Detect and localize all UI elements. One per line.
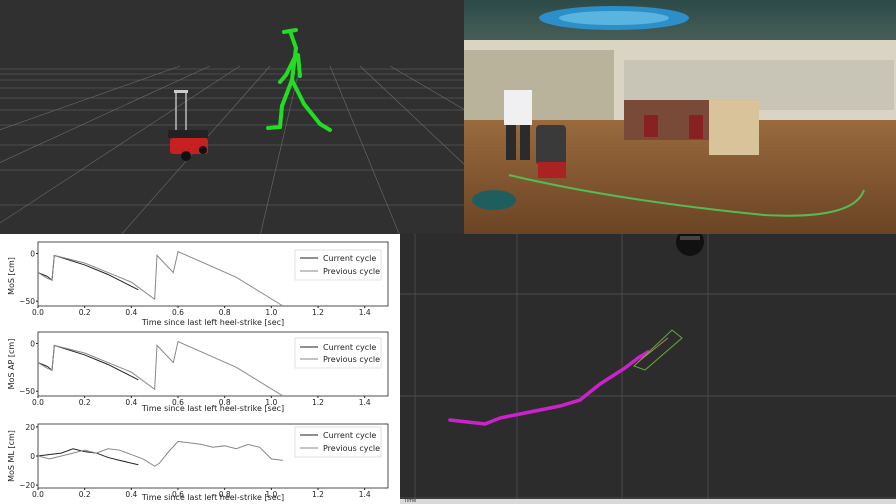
subplot-mos-ml-legend: Current cycle Previous cycle: [294, 426, 382, 458]
camera-feed-panel: [464, 0, 896, 234]
robot-model: [168, 90, 208, 161]
subplot-mos-ml: MoS ML [cm] 0.0 0.2 0.4 0.6 0.8 1.0 1.2 1.4200−…: [7, 423, 389, 502]
y-tick-label: −50: [19, 297, 35, 306]
camera-image: [464, 0, 896, 234]
mos-plots-figure: MoS [cm] 0.0 0.2 0.4 0.6 0.8 1.0 1.2 1.4 0 −50 Ti…: [7, 241, 389, 502]
x-tick-label: 0.4: [125, 398, 137, 407]
x-tick-label: 0.8: [219, 308, 231, 317]
x-tick-label: 0.4: [125, 308, 137, 317]
map-2d-panel[interactable]: Time: [400, 234, 896, 504]
footprint-inner: [637, 337, 669, 363]
x-tick-label: 1.0: [265, 308, 277, 317]
mos-plots-panel: MoS [cm] 0.0 0.2 0.4 0.6 0.8 1.0 1.2 1.4 0 −50 Ti…: [0, 234, 403, 504]
trajectory-path: [448, 350, 650, 426]
subplot-mos-ap-ylabel: MoS AP [cm]: [7, 339, 16, 390]
x-tick-label: 0.6: [172, 308, 184, 317]
x-tick-label: 1.4: [359, 490, 371, 499]
subplot-mos-legend: Current cycle Previous cycle: [294, 249, 382, 281]
subplot-mos-ap-legend: Current cycle Previous cycle: [294, 337, 382, 369]
y-tick-label: 0: [30, 339, 35, 348]
y-tick-label: 0: [30, 452, 35, 461]
x-tick-label: 1.2: [312, 398, 324, 407]
legend-previous-label: Previous cycle: [323, 355, 380, 364]
subplot-mos-ml-xlabel: Time since last left heel-strike [sec]: [141, 493, 284, 502]
status-bar-label: Time: [404, 498, 417, 504]
legend-previous-label: Previous cycle: [323, 267, 380, 276]
subplot-mos-ap: MoS AP [cm] 0.0 0.2 0.4 0.6 0.8 1.0 1.2 1.40−50…: [7, 331, 389, 413]
map-2d-canvas: [400, 234, 896, 504]
x-tick-label: 0.0: [32, 308, 44, 317]
x-tick-label: 0.4: [125, 490, 137, 499]
subplot-mos-xlabel: Time since last left heel-strike [sec]: [141, 318, 284, 327]
legend-current-label: Current cycle: [323, 431, 376, 440]
subplot-mos-ap-xlabel: Time since last left heel-strike [sec]: [141, 404, 284, 413]
series-previous-cycle-line: [37, 250, 284, 307]
footprint-outline: [633, 329, 683, 371]
viz-3d-canvas: [0, 28, 464, 236]
y-tick-label: −20: [19, 481, 35, 490]
viz-3d-panel[interactable]: [0, 0, 464, 236]
subplot-mos: MoS [cm] 0.0 0.2 0.4 0.6 0.8 1.0 1.2 1.4 0 −50 Ti…: [7, 241, 389, 327]
x-tick-label: 0.0: [32, 398, 44, 407]
legend-current-label: Current cycle: [323, 343, 376, 352]
x-tick-label: 1.2: [312, 490, 324, 499]
x-tick-label: 0.2: [79, 490, 91, 499]
x-tick-label: 0.2: [79, 398, 91, 407]
series-previous-cycle-line: [37, 340, 284, 397]
subplot-mos-ml-ylabel: MoS ML [cm]: [7, 430, 16, 482]
y-tick-label: 20: [25, 423, 35, 432]
legend-previous-label: Previous cycle: [323, 444, 380, 453]
series-previous-cycle-line: [37, 440, 284, 467]
y-tick-label: 0: [30, 249, 35, 258]
x-tick-label: 0.0: [32, 490, 44, 499]
x-tick-label: 1.4: [359, 308, 371, 317]
x-tick-label: 1.4: [359, 398, 371, 407]
status-bar: Time: [400, 498, 896, 504]
legend-current-label: Current cycle: [323, 254, 376, 263]
x-tick-label: 1.2: [312, 308, 324, 317]
subplot-mos-ylabel: MoS [cm]: [7, 257, 16, 295]
x-tick-label: 0.2: [79, 308, 91, 317]
map-grid: [400, 234, 896, 504]
y-tick-label: −50: [19, 387, 35, 396]
ground-grid: [0, 65, 464, 236]
